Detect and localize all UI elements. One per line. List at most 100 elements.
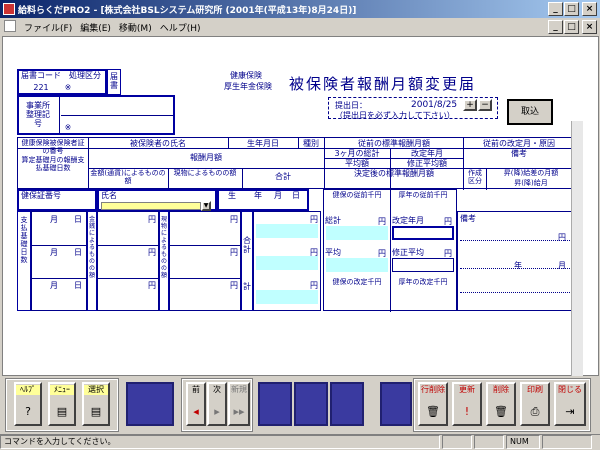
toolbar: ﾍﾙﾌﾟ? ﾒﾆｭｰ ▤ 選択 ▤ 前 ◂ 次 ▸ 新規 ▸▸ 行削除 🗑 更新! 削除 🗑 … — [0, 376, 600, 434]
h3-c9: 作成区分 — [468, 169, 482, 185]
h1-c2: 被保険者の氏名 — [130, 139, 186, 148]
shusei-field[interactable] — [392, 258, 454, 272]
h2-c5: 備考 — [511, 149, 527, 158]
office-code-value[interactable]: 221 — [21, 83, 61, 92]
h3-c5: 修正平均額 — [407, 159, 447, 168]
side-label-money: 金銭によるものの額 — [87, 211, 97, 311]
h1-c3: 生年月日 — [247, 139, 279, 148]
sokei-field[interactable] — [326, 226, 388, 240]
maximize-button[interactable]: □ — [564, 2, 579, 16]
h3-c6: 決定後の標準報酬月額 — [354, 169, 434, 178]
office-code-label: 届書コード — [21, 71, 61, 80]
genbutsu-cells[interactable]: 円 円 円 — [169, 211, 241, 311]
stamp-label: 届書 — [110, 72, 118, 90]
vertical-scrollbar[interactable] — [571, 121, 583, 376]
trash-icon: 🗑 — [494, 405, 508, 418]
name-dropdown-button[interactable]: ▼ — [201, 201, 211, 211]
h1-c5: 従前の標準報酬月額 — [358, 139, 430, 148]
exclamation-icon: ! — [464, 405, 470, 418]
heikin-field[interactable] — [326, 258, 388, 272]
form-area: 届書コード 処理区分 221 ※ 届書 事業所整理記号 ※ 健康保険 厚生年金保… — [2, 36, 599, 376]
trash-icon: 🗑 — [426, 405, 440, 418]
menu-move[interactable]: 移動(M) — [115, 21, 156, 34]
submit-note: （提出日を必ず入力して下さい） — [335, 111, 455, 120]
kaitei-field[interactable] — [392, 226, 454, 240]
submit-box: 提出日： 2001/8/25 + − （提出日を必ず入力して下さい） — [328, 97, 498, 120]
h2-c4: 改定年月 — [411, 149, 443, 158]
status-cell-1 — [442, 435, 472, 449]
import-button[interactable]: 取込 — [507, 99, 553, 125]
date-plus-button[interactable]: + — [463, 99, 477, 111]
h2-c3: 3ヶ月の総計 — [334, 149, 380, 158]
blank-slot-3 — [294, 382, 328, 426]
prev-button[interactable]: 前 ◂ — [186, 382, 206, 426]
h1-c1: 健康保険被保険者証の番号 — [21, 139, 85, 155]
update-button[interactable]: 更新! — [452, 382, 482, 426]
menu-bar: ファイル(F) 編集(E) 移動(M) ヘルプ(H) — [0, 18, 600, 36]
delete-button[interactable]: 削除 🗑 — [486, 382, 516, 426]
side-label-genbutsu: 現物によるものの額 — [159, 211, 169, 311]
status-cell-2 — [474, 435, 504, 449]
exit-door-icon: ⇥ — [565, 405, 575, 418]
h3-c8: 昇(降)給月 — [514, 179, 548, 187]
menu-help[interactable]: ヘルプ(H) — [156, 21, 205, 34]
last-icon: ▸▸ — [233, 405, 245, 418]
blank-slot-5 — [380, 382, 412, 426]
prev-icon: ◂ — [193, 405, 199, 418]
goukei-side: 合計 計 — [241, 211, 253, 311]
stamp-box: 届書 — [107, 69, 121, 95]
standard-amount-block: 健保の従前千円 厚年の従前千円 総計 改定年月 平均 修正平均 健保の改定千円 … — [323, 189, 457, 312]
row-delete-button[interactable]: 行削除 🗑 — [418, 382, 448, 426]
blank-slot-4 — [330, 382, 364, 426]
next-button[interactable]: 次 ▸ — [207, 382, 227, 426]
close-form-button[interactable]: 閉じる ⇥ — [554, 382, 586, 426]
status-bar: コマンドを入力してください。 NUM — [0, 434, 600, 450]
doc-close-button[interactable]: × — [582, 20, 597, 34]
org-health: 健康保険 — [230, 71, 262, 80]
h3-c1: 金額(通貨)によるものの額 — [90, 169, 166, 185]
h1-c4: 種別 — [303, 139, 319, 148]
name-field[interactable]: 氏名 ▼ — [97, 189, 217, 211]
h3-c4: 平均額 — [345, 159, 369, 168]
doc-minimize-button[interactable]: _ — [548, 20, 563, 34]
proc-label: 処理区分 — [69, 71, 101, 80]
h2-c2: 報酬月額 — [190, 153, 222, 162]
proc-value: ※ — [64, 83, 72, 92]
header-grid: 健康保険被保険者証の番号 被保険者の氏名 生年月日 種別 従前の標準報酬月額 従… — [17, 137, 575, 190]
submit-label: 提出日： — [335, 101, 367, 110]
doc-restore-button[interactable]: □ — [564, 20, 579, 34]
money-cells[interactable]: 円 円 円 — [97, 211, 159, 311]
status-cell-3 — [542, 435, 592, 449]
help-button[interactable]: ﾍﾙﾌﾟ? — [14, 382, 42, 426]
print-button[interactable]: 印刷 ⎙ — [520, 382, 550, 426]
menu-edit[interactable]: 編集(E) — [76, 21, 115, 34]
h3-c7: 昇(降)給差の月額 — [503, 169, 559, 177]
h3-c3: 合計 — [275, 172, 291, 181]
bikou-block: 備考 円 年 月 — [457, 211, 575, 311]
form-title: 被保険者報酬月額変更届 — [289, 75, 477, 93]
menu-icon: ▤ — [56, 405, 68, 418]
printer-icon: ⎙ — [530, 405, 540, 418]
hoken-field[interactable]: 健保証番号 — [17, 189, 97, 211]
select-button[interactable]: 選択 ▤ — [82, 382, 110, 426]
status-message: コマンドを入力してください。 — [0, 435, 440, 449]
jigyosho-label: 事業所整理記号 — [26, 101, 50, 128]
minimize-button[interactable]: _ — [548, 2, 563, 16]
title-bar: 給料らくだPRO2 - [株式会社BSLシステム研究所 (2001年(平成13年… — [0, 0, 600, 18]
date-minus-button[interactable]: − — [478, 99, 492, 111]
app-icon — [3, 3, 15, 15]
jigyosho-mark: ※ — [64, 123, 72, 132]
close-button[interactable]: × — [582, 2, 597, 16]
window-title: 給料らくだPRO2 - [株式会社BSLシステム研究所 (2001年(平成13年… — [18, 6, 357, 16]
side-label-days: 支払基礎日数 — [17, 211, 31, 311]
num-lock-indicator: NUM — [506, 435, 540, 449]
new-button[interactable]: 新規 ▸▸ — [228, 382, 250, 426]
office-code-box: 届書コード 処理区分 221 ※ — [17, 69, 107, 95]
submit-date-field[interactable]: 2001/8/25 — [411, 100, 457, 110]
list-icon: ▤ — [90, 405, 102, 418]
goukei-cells[interactable]: 円 円 円 — [253, 211, 321, 311]
h2-c1: 算定基礎月の報酬支払基礎日数 — [21, 156, 85, 172]
menu-button[interactable]: ﾒﾆｭｰ ▤ — [48, 382, 76, 426]
birth-field[interactable]: 生 年 月 日 — [217, 189, 309, 211]
menu-file[interactable]: ファイル(F) — [20, 21, 76, 34]
